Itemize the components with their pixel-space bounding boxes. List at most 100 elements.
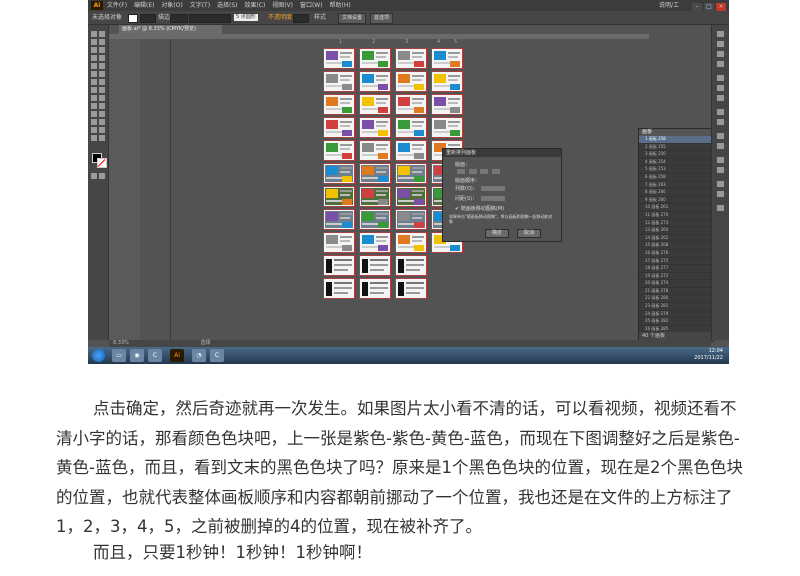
document-tab[interactable]: 画板.ai* @ 8.33% (CMYK/预览) [119, 25, 222, 34]
columns-field[interactable] [481, 186, 506, 191]
artboard-thumbnail[interactable] [359, 94, 391, 115]
artboard-thumbnail[interactable] [323, 255, 355, 276]
browser-taskbar-icon[interactable]: ◉ [130, 349, 144, 362]
slice-tool-icon[interactable] [99, 127, 105, 133]
system-clock[interactable]: 12:04 2017/11/22 [694, 348, 723, 362]
artboard-thumbnail[interactable] [395, 278, 427, 299]
stroke-color-box[interactable] [97, 158, 107, 168]
artboard-list-row[interactable]: 24 画板 279 [639, 311, 712, 319]
artboard-list-row[interactable]: 2 画板 255 [639, 144, 712, 152]
artboard-list-row[interactable]: 14 画板 262 [639, 235, 712, 243]
menu-edit[interactable]: 编辑(E) [134, 0, 154, 11]
gradient-panel-icon[interactable] [717, 85, 724, 91]
artboards-panel-tab[interactable]: 画板 [639, 129, 712, 136]
artboard-list-row[interactable]: 22 画板 280 [639, 295, 712, 304]
artboard-thumbnail[interactable] [359, 255, 391, 276]
move-art-label[interactable]: 随画板移动图稿(M) [461, 206, 504, 212]
grid-by-column-icon[interactable] [468, 169, 477, 174]
menu-object[interactable]: 对象(O) [161, 0, 182, 11]
artboard-thumbnail[interactable] [323, 94, 355, 115]
opacity-label[interactable]: 不透明度 [268, 11, 292, 24]
selection-tool-icon[interactable] [91, 31, 97, 37]
artboard-thumbnail[interactable] [395, 209, 427, 230]
maximize-icon[interactable]: □ [704, 3, 714, 11]
app2-taskbar-icon[interactable]: C [210, 349, 224, 362]
artboard-list-row[interactable]: 25 画板 282 [639, 318, 712, 326]
variable-width-field[interactable] [189, 14, 231, 23]
mesh-tool-icon[interactable] [91, 103, 97, 109]
artboard-thumbnail[interactable] [359, 186, 391, 207]
ok-button[interactable]: 确定 [485, 229, 509, 238]
rectangle-tool-icon[interactable] [99, 55, 105, 61]
artboard-thumbnail[interactable] [395, 94, 427, 115]
menu-select[interactable]: 选择(S) [217, 0, 238, 11]
graph-tool-icon[interactable] [99, 119, 105, 125]
magic-wand-tool-icon[interactable] [91, 39, 97, 45]
artboard-thumbnail[interactable] [359, 163, 391, 184]
free-transform-tool-icon[interactable] [99, 87, 105, 93]
explorer-taskbar-icon[interactable]: ▭ [112, 349, 126, 362]
menu-window[interactable]: 窗口(W) [300, 0, 323, 11]
artboard-thumbnail[interactable] [359, 278, 391, 299]
menu-type[interactable]: 文字(T) [190, 0, 210, 11]
zoom-level[interactable]: 8.33% [113, 340, 129, 346]
artboard-list-row[interactable]: 7 画板 263 [639, 182, 712, 190]
align-panel-icon[interactable] [717, 157, 724, 163]
stroke-weight-field[interactable] [170, 14, 188, 23]
artboard-list-row[interactable]: 18 画板 277 [639, 265, 712, 273]
arrange-by-row-icon[interactable] [480, 169, 489, 174]
arrange-by-column-icon[interactable] [491, 169, 500, 174]
artboard-list-row[interactable]: 3 画板 256 [639, 151, 712, 159]
lasso-tool-icon[interactable] [99, 39, 105, 45]
artboard-thumbnail[interactable] [395, 255, 427, 276]
gradient-tool-icon[interactable] [99, 103, 105, 109]
artboard-thumbnail[interactable] [359, 209, 391, 230]
layers-panel-icon[interactable] [717, 133, 724, 139]
artboard-thumbnail[interactable] [323, 209, 355, 230]
stroke-panel-icon[interactable] [717, 75, 724, 81]
artboard-list-row[interactable]: 19 画板 272 [639, 273, 712, 281]
screen-mode-icon[interactable] [99, 173, 105, 179]
artboard-thumbnail[interactable] [359, 71, 391, 92]
fill-dropdown[interactable] [140, 14, 156, 23]
links-panel-icon[interactable] [717, 205, 724, 211]
rotate-tool-icon[interactable] [91, 79, 97, 85]
symbol-sprayer-tool-icon[interactable] [91, 119, 97, 125]
artboard-list-row[interactable]: 21 画板 278 [639, 288, 712, 296]
hand-tool-icon[interactable] [91, 135, 97, 141]
artboard-list-row[interactable]: 13 画板 264 [639, 227, 712, 235]
artboard-list-row[interactable]: 10 画板 261 [639, 204, 712, 212]
scale-tool-icon[interactable] [99, 79, 105, 85]
artboard-thumbnail[interactable] [359, 232, 391, 253]
artboard-thumbnail[interactable] [395, 48, 427, 69]
artboard-thumbnail[interactable] [323, 71, 355, 92]
app-taskbar-icon[interactable]: C [148, 349, 162, 362]
artboard-list-row[interactable]: 16 画板 276 [639, 250, 712, 258]
pathfinder-panel-icon[interactable] [717, 167, 724, 173]
menu-view[interactable]: 视图(V) [272, 0, 293, 11]
artboard-thumbnail[interactable] [431, 48, 463, 69]
close-icon[interactable]: × [716, 3, 726, 11]
artboard-thumbnail[interactable] [395, 186, 427, 207]
perspective-grid-tool-icon[interactable] [99, 95, 105, 101]
artboards-panel-icon[interactable] [717, 143, 724, 149]
artboard-thumbnail[interactable] [359, 140, 391, 161]
spacing-field[interactable] [480, 196, 505, 201]
artboard-thumbnail[interactable] [323, 48, 355, 69]
artboard-thumbnail[interactable] [323, 278, 355, 299]
appearance-panel-icon[interactable] [717, 109, 724, 115]
eraser-tool-icon[interactable] [99, 71, 105, 77]
artboard-thumbnail[interactable] [323, 232, 355, 253]
grid-by-row-icon[interactable] [457, 169, 465, 174]
blend-tool-icon[interactable] [99, 111, 105, 117]
transparency-panel-icon[interactable] [717, 95, 724, 101]
workspace-switcher[interactable]: 说明/工 [659, 0, 679, 11]
artboard-thumbnail[interactable] [323, 140, 355, 161]
pen-tool-icon[interactable] [91, 47, 97, 53]
artboard-thumbnail[interactable] [359, 48, 391, 69]
artboard-thumbnail[interactable] [431, 117, 463, 138]
document-setup-button[interactable]: 文档设置 [338, 13, 367, 24]
swatches-panel-icon[interactable] [717, 41, 724, 47]
artboard-thumbnail[interactable] [395, 71, 427, 92]
brushes-panel-icon[interactable] [717, 51, 724, 57]
